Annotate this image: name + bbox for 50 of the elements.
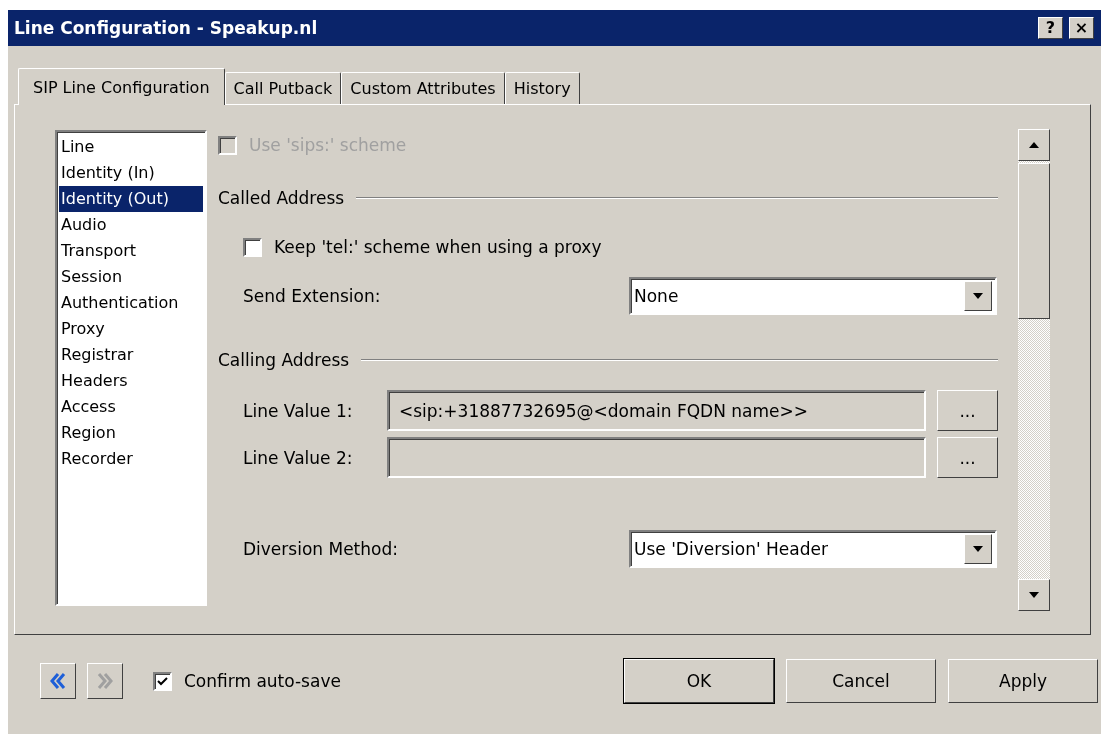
section-heading: Calling Address <box>218 350 350 370</box>
help-button[interactable]: ? <box>1038 17 1063 39</box>
list-item[interactable]: Region <box>59 420 203 446</box>
double-chevron-right-icon <box>95 671 115 691</box>
window-title: Line Configuration - Speakup.nl <box>14 18 319 38</box>
field-label: Line Value 1: <box>243 400 354 421</box>
back-button[interactable] <box>40 663 76 699</box>
up-arrow-icon <box>1029 142 1039 148</box>
list-item[interactable]: Registrar <box>59 342 203 368</box>
section-heading: Called Address <box>218 188 345 208</box>
scrollbar-thumb[interactable] <box>1018 163 1050 319</box>
list-item[interactable]: Session <box>59 264 203 290</box>
field-label: Line Value 2: <box>243 447 354 468</box>
list-item[interactable]: Transport <box>59 238 203 264</box>
field-label: Send Extension: <box>243 286 382 306</box>
checkbox[interactable] <box>243 237 262 257</box>
dropdown[interactable]: None <box>629 277 997 315</box>
close-button[interactable]: × <box>1069 17 1094 39</box>
list-item[interactable]: Line <box>59 134 203 160</box>
tab[interactable]: Custom Attributes <box>341 72 505 104</box>
double-chevron-left-icon <box>48 671 68 691</box>
checkbox[interactable] <box>153 671 172 691</box>
list-item[interactable]: Authentication <box>59 290 203 316</box>
down-arrow-icon <box>1029 592 1039 598</box>
dropdown-arrow-icon <box>973 293 983 299</box>
list-item[interactable]: Identity (Out) <box>59 186 203 212</box>
input-field[interactable] <box>387 437 926 478</box>
scroll-up-button[interactable] <box>1018 129 1050 161</box>
tab[interactable]: SIP Line Configuration <box>18 68 225 105</box>
check-icon <box>157 675 168 687</box>
field-label: Diversion Method: <box>243 539 399 559</box>
dialog-button[interactable]: Apply <box>948 659 1098 703</box>
list-item[interactable]: Headers <box>59 368 203 394</box>
list-item[interactable]: Recorder <box>59 446 203 472</box>
browse-button[interactable]: ... <box>937 390 998 431</box>
list-item[interactable]: Identity (In) <box>59 160 203 186</box>
scroll-down-button[interactable] <box>1018 579 1050 611</box>
dialog-button[interactable]: Cancel <box>786 659 936 703</box>
dialog-button[interactable]: OK <box>624 659 774 703</box>
list-item[interactable]: Audio <box>59 212 203 238</box>
tab[interactable]: History <box>504 72 580 104</box>
dropdown[interactable]: Use 'Diversion' Header <box>629 530 997 568</box>
tab[interactable]: Call Putback <box>224 72 342 104</box>
list-item[interactable]: Access <box>59 394 203 420</box>
checkbox-label: Confirm auto-save <box>184 671 341 691</box>
input-field[interactable]: <sip:+31887732695@<domain FQDN name>> <box>387 390 926 431</box>
browse-button[interactable]: ... <box>937 437 998 478</box>
dropdown-arrow-icon <box>973 546 983 552</box>
list-item[interactable]: Proxy <box>59 316 203 342</box>
checkbox-label: Keep 'tel:' scheme when using a proxy <box>274 237 602 257</box>
